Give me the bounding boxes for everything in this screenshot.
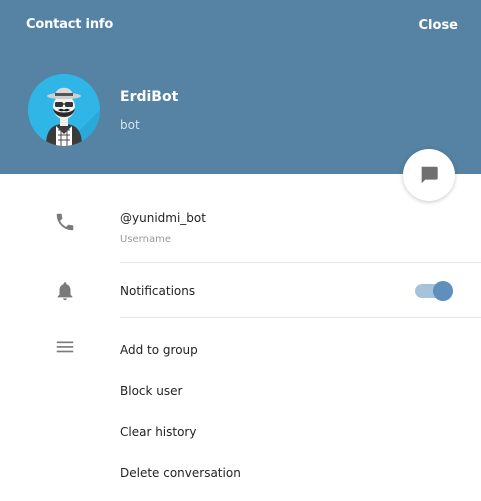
notifications-toggle[interactable] (415, 281, 453, 301)
profile-name: ErdiBot (120, 89, 179, 105)
send-message-button[interactable] (403, 149, 455, 201)
menu-icon (54, 336, 76, 362)
phone-icon (54, 211, 76, 237)
header-title: Contact info (26, 17, 114, 32)
close-button[interactable]: Close (419, 18, 458, 33)
username-label: Username (120, 234, 171, 245)
contact-header: Contact info Close ErdiBot bot (0, 0, 481, 174)
avatar (28, 74, 100, 146)
divider (120, 317, 481, 318)
hipster-bot-avatar-icon (28, 74, 100, 146)
block-user-button[interactable]: Block user (120, 384, 182, 398)
notifications-label: Notifications (120, 284, 196, 298)
profile-status: bot (120, 118, 140, 132)
delete-conversation-button[interactable]: Delete conversation (120, 466, 241, 480)
toggle-knob (433, 281, 453, 301)
add-to-group-button[interactable]: Add to group (120, 343, 198, 357)
clear-history-button[interactable]: Clear history (120, 425, 196, 439)
message-icon (421, 166, 438, 184)
username-value: @yunidmi_bot (120, 211, 206, 225)
bell-icon (54, 280, 76, 306)
divider (120, 262, 481, 263)
